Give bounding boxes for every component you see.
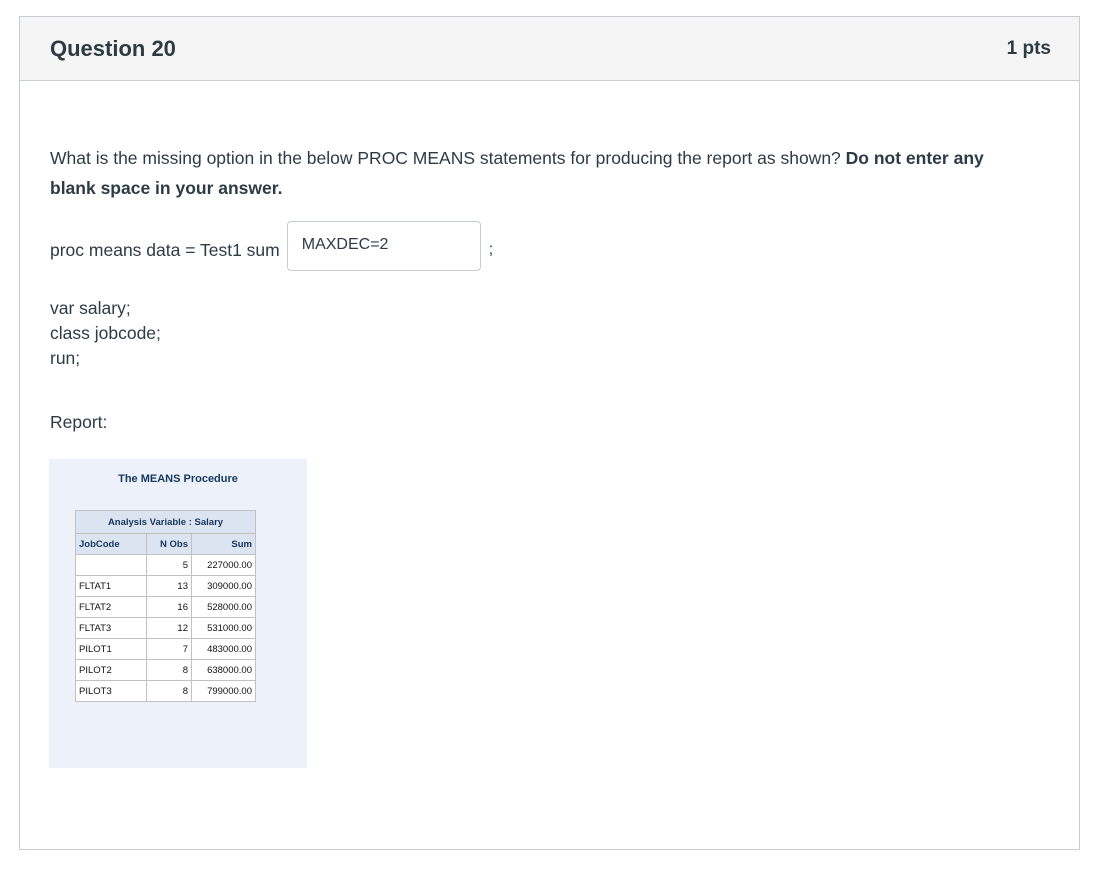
proc-statement-line: proc means data = Test1 sum MAXDEC=2 ;	[50, 221, 494, 275]
table-row: PILOT2 8 638000.00	[75, 659, 256, 681]
sum-cell: 531000.00	[191, 617, 256, 639]
question-text: What is the missing option in the below …	[50, 143, 1010, 203]
nobs-cell: 12	[146, 617, 192, 639]
code-line: var salary;	[50, 298, 131, 318]
table-row: PILOT3 8 799000.00	[75, 680, 256, 702]
jobcode-cell: PILOT1	[75, 638, 147, 660]
report-image: The MEANS Procedure Analysis Variable : …	[49, 459, 307, 768]
nobs-cell: 7	[146, 638, 192, 660]
jobcode-cell: FLTAT2	[75, 596, 147, 618]
report-header-row: JobCode N Obs Sum	[75, 533, 256, 555]
report-table-caption: Analysis Variable : Salary	[75, 510, 256, 534]
question-header: Question 20 1 pts	[20, 17, 1079, 81]
report-label: Report:	[50, 412, 108, 432]
nobs-cell: 8	[146, 680, 192, 702]
sum-cell: 309000.00	[191, 575, 256, 597]
table-row: FLTAT2 16 528000.00	[75, 596, 256, 618]
sum-cell: 483000.00	[191, 638, 256, 660]
column-header: Sum	[191, 533, 256, 555]
jobcode-cell	[75, 554, 147, 576]
answer-input[interactable]: MAXDEC=2	[286, 221, 481, 271]
jobcode-cell: PILOT2	[75, 659, 147, 681]
question-points: 1 pts	[1006, 37, 1051, 59]
sum-cell: 638000.00	[191, 659, 256, 681]
question-text-plain: What is the missing option in the below …	[50, 148, 841, 168]
nobs-cell: 5	[146, 554, 192, 576]
code-line: class jobcode;	[50, 323, 161, 343]
table-row: FLTAT3 12 531000.00	[75, 617, 256, 639]
question-title: Question 20	[50, 35, 176, 61]
nobs-cell: 13	[146, 575, 192, 597]
column-header: N Obs	[146, 533, 192, 555]
sum-cell: 227000.00	[191, 554, 256, 576]
code-lines: var salary; class jobcode; run;	[50, 296, 161, 371]
code-line: run;	[50, 348, 81, 368]
proc-prefix: proc means data = Test1 sum	[50, 239, 280, 260]
jobcode-cell: FLTAT1	[75, 575, 147, 597]
column-header: JobCode	[75, 533, 147, 555]
nobs-cell: 16	[146, 596, 192, 618]
table-row: 5 227000.00	[75, 554, 256, 576]
jobcode-cell: PILOT3	[75, 680, 147, 702]
jobcode-cell: FLTAT3	[75, 617, 147, 639]
nobs-cell: 8	[146, 659, 192, 681]
proc-suffix: ;	[488, 241, 494, 258]
sum-cell: 799000.00	[191, 680, 256, 702]
table-row: FLTAT1 13 309000.00	[75, 575, 256, 597]
report-title: The MEANS Procedure	[118, 473, 238, 485]
question-card: Question 20 1 pts What is the missing op…	[19, 16, 1080, 850]
table-row: PILOT1 7 483000.00	[75, 638, 256, 660]
sum-cell: 528000.00	[191, 596, 256, 618]
report-table: Analysis Variable : Salary JobCode N Obs…	[75, 510, 256, 702]
